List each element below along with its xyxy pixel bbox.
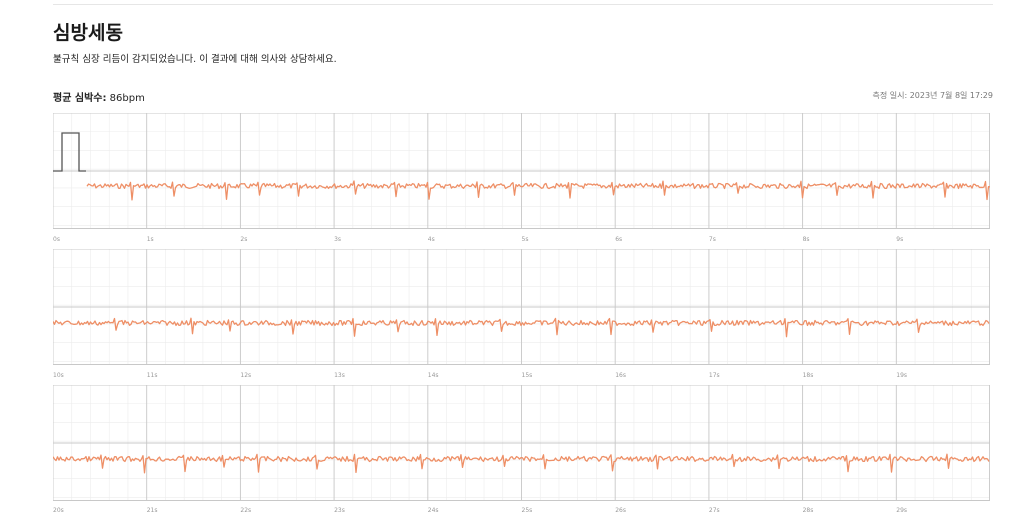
time-tick-label: 20s (53, 507, 64, 514)
time-tick-label: 14s (427, 372, 439, 379)
ecg-trace (53, 317, 990, 338)
ecg-strip-1-time-axis: 0s 1s 2s 3s 4s 5s 6s 7s 8s 9s (53, 236, 990, 246)
time-tick-label: 9s (896, 236, 904, 243)
top-divider (53, 4, 993, 5)
ecg-strip-3 (53, 385, 990, 501)
ecg-strip-2-time-axis: 10s 11s 12s 13s 14s 15s 16s 17s 18s 19s (53, 372, 990, 382)
time-tick-label: 29s (896, 507, 908, 514)
result-description: 불규칙 심장 리듬이 감지되었습니다. 이 결과에 대해 의사와 상담하세요. (53, 54, 337, 65)
ecg-strip-1 (53, 113, 990, 229)
time-tick-label: 8s (802, 236, 810, 243)
time-tick-label: 17s (708, 372, 720, 379)
time-tick-label: 0s (53, 236, 60, 243)
time-tick-label: 26s (615, 507, 626, 514)
ecg-trace (53, 453, 990, 474)
time-tick-label: 16s (615, 372, 626, 379)
time-tick-label: 23s (334, 507, 345, 514)
time-tick-label: 27s (708, 507, 720, 514)
ecg-strip-3-time-axis: 20s 21s 22s 23s 24s 25s 26s 27s 28s 29s (53, 507, 990, 517)
ecg-strip-2 (53, 249, 990, 365)
measurement-timestamp: 측정 일시: 2023년 7월 8일 17:29 (872, 91, 993, 100)
average-heart-rate-value: 86bpm (109, 93, 145, 104)
time-tick-label: 4s (427, 236, 435, 243)
calibration-pulse (53, 132, 86, 172)
time-tick-label: 19s (896, 372, 908, 379)
ecg-trace (86, 180, 990, 201)
time-tick-label: 22s (240, 507, 252, 514)
time-tick-label: 25s (521, 507, 533, 514)
time-tick-label: 12s (240, 372, 252, 379)
time-tick-label: 28s (802, 507, 814, 514)
page-title: 심방세동 (53, 22, 123, 44)
time-tick-label: 13s (334, 372, 345, 379)
time-tick-label: 24s (427, 507, 439, 514)
time-tick-label: 11s (146, 372, 158, 379)
average-heart-rate-label: 평균 심박수: (53, 93, 107, 104)
time-tick-label: 6s (615, 236, 623, 243)
time-tick-label: 1s (146, 236, 154, 243)
time-tick-label: 3s (334, 236, 342, 243)
time-tick-label: 21s (146, 507, 158, 514)
time-tick-label: 2s (240, 236, 248, 243)
time-tick-label: 10s (53, 372, 64, 379)
time-tick-label: 15s (521, 372, 533, 379)
time-tick-label: 5s (521, 236, 529, 243)
time-tick-label: 18s (802, 372, 814, 379)
average-heart-rate: 평균 심박수: 86bpm (53, 89, 145, 104)
time-tick-label: 7s (708, 236, 716, 243)
